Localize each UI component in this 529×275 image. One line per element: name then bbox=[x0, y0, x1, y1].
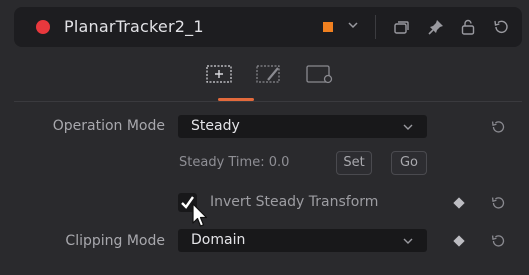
steady-time-label: Steady Time: 0.0 bbox=[179, 155, 290, 170]
clipping-mode-dropdown[interactable]: Domain bbox=[178, 229, 427, 252]
keyframe-diamond-icon[interactable] bbox=[453, 235, 465, 247]
reset-all-icon[interactable] bbox=[492, 18, 510, 36]
tool-enable-icon[interactable] bbox=[36, 20, 50, 34]
invert-steady-reset-icon[interactable] bbox=[490, 195, 506, 211]
clipping-mode-value: Domain bbox=[191, 232, 246, 248]
tab-controls[interactable] bbox=[204, 62, 234, 86]
inspector-tabs bbox=[14, 51, 522, 102]
pin-icon[interactable] bbox=[427, 18, 445, 36]
tool-color-swatch[interactable] bbox=[323, 22, 333, 32]
operation-mode-dropdown[interactable]: Steady bbox=[178, 115, 427, 138]
invert-steady-label: Invert Steady Transform bbox=[210, 194, 379, 210]
keyframe-diamond-icon[interactable] bbox=[453, 197, 465, 209]
operation-mode-reset-icon[interactable] bbox=[490, 119, 506, 135]
active-tab-indicator bbox=[218, 98, 254, 101]
tool-title: PlanarTracker2_1 bbox=[64, 17, 204, 36]
go-button[interactable]: Go bbox=[391, 151, 427, 175]
operation-mode-value: Steady bbox=[191, 118, 240, 134]
lock-icon[interactable] bbox=[459, 18, 477, 36]
set-button[interactable]: Set bbox=[336, 151, 372, 175]
header-divider bbox=[375, 15, 376, 39]
mouse-pointer-icon bbox=[192, 203, 208, 227]
inspector-panel: PlanarTracker2_1 Operation Mode Steady S… bbox=[0, 0, 529, 275]
operation-mode-label: Operation Mode bbox=[52, 118, 165, 134]
versions-icon[interactable] bbox=[392, 18, 410, 36]
tool-header[interactable]: PlanarTracker2_1 bbox=[14, 7, 522, 47]
chevron-down-icon bbox=[403, 238, 413, 244]
color-dropdown-chevron-icon[interactable] bbox=[345, 17, 361, 33]
chevron-down-icon bbox=[403, 124, 413, 130]
clipping-mode-reset-icon[interactable] bbox=[490, 233, 506, 249]
clipping-mode-label: Clipping Mode bbox=[65, 233, 165, 249]
tab-paint[interactable] bbox=[254, 62, 284, 86]
tab-settings[interactable] bbox=[304, 62, 334, 86]
